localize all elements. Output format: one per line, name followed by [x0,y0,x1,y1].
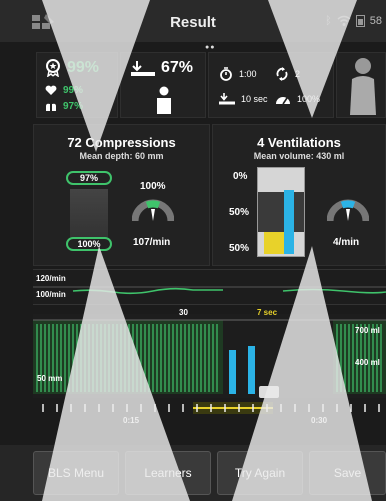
ventilation-score: 97% [63,101,84,112]
award-icon [46,59,60,77]
compression-waveform [33,319,386,398]
battery-level: 58 [369,14,382,27]
manikin-panel [336,52,386,118]
hands-off-icon [219,93,235,105]
save-button[interactable]: Save [309,451,386,495]
compressions-panel: 72 Compressions Mean depth: 60 mm 97% 10… [33,124,210,266]
heart-icon [45,85,57,95]
wifi-icon [337,15,351,26]
learners-button[interactable]: Learners [125,451,211,495]
person-icon [157,86,171,114]
rate-ok-badge: 100% [66,237,112,251]
bls-menu-button[interactable]: BLS Menu [33,451,119,495]
bluetooth-icon: ᛒ [325,14,332,27]
waveform-graph: 30 7 sec 50 mm 700 ml 400 ml [33,308,386,398]
depth-ok-badge: 97% [66,171,112,185]
vent-volume-bar [264,232,274,254]
battery-icon [355,15,365,27]
vent-volume-bar [284,190,294,254]
cycles-icon [276,67,288,81]
vol-400-label: 400 ml [355,358,380,367]
rate-trend: 120/min 100/min [33,269,386,305]
gauge-icon [276,97,290,105]
recoil-percent: 100% [140,181,166,192]
page-indicator: ●● [205,44,216,51]
compressions-title: 72 Compressions [67,135,176,150]
time-0-30: 0:30 [311,416,328,425]
vent-volume-bar [274,232,284,254]
overall-score: 99% [67,59,100,76]
vent-zone [258,192,304,232]
duration: 1:00 [239,69,257,79]
vent-ok-percent: 50% [229,207,250,218]
compression-rate: 107/min [133,237,171,248]
release-percent: 100% [297,94,321,104]
cycles: 2 [295,69,301,79]
hands-off-time: 10 sec [241,94,268,104]
rate-trend-line [33,286,386,295]
timing-panel: 1:00 2 10 sec 100% [208,52,334,118]
bottom-bar: BLS Menu Learners Try Again Save [0,445,386,501]
lungs-icon [46,102,56,111]
rate-gauge-icon [132,199,174,222]
time-0-15: 0:15 [123,416,140,425]
vent-volume-chart [257,167,305,257]
ventilations-title: 4 Ventilations [257,135,341,150]
vol-700-label: 700 ml [355,326,380,335]
status-bar: Result ●● ᛒ 58 [0,0,386,51]
timeline-ticks [42,402,380,414]
stopwatch-icon [220,67,232,81]
manikin-torso-icon [350,58,376,115]
ventilation-rate: 4/min [333,237,360,248]
vent-rate-gauge-icon [327,199,369,222]
depth-panel: 67% [120,52,206,118]
try-again-button[interactable]: Try Again [217,451,303,495]
depth-bar [70,189,108,237]
depth-percent: 67% [161,59,194,76]
vent-low-percent: 0% [233,171,248,182]
score-panel: 99% 99% 97% [36,52,118,118]
depth-50-label: 50 mm [37,374,63,383]
ventilations-subtitle: Mean volume: 430 ml [253,151,345,161]
compressions-subtitle: Mean depth: 60 mm [79,151,164,161]
ventilations-panel: 4 Ventilations Mean volume: 430 ml 0% 50… [212,124,386,266]
timeline[interactable]: 0:15 0:30 [33,398,386,434]
compression-depth-icon [131,61,155,76]
compression-score: 99% [63,85,84,96]
vent-high-percent: 50% [229,243,250,254]
